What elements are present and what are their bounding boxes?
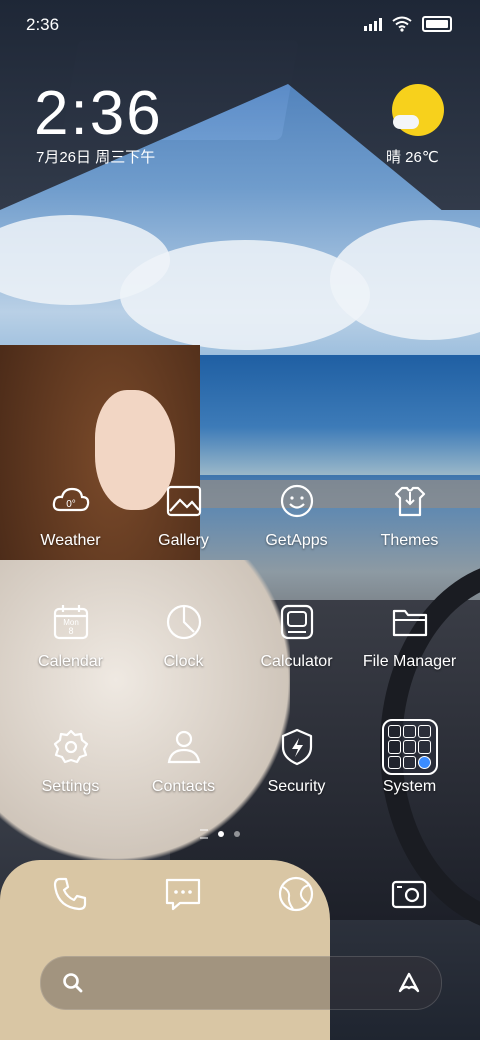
app-getapps[interactable]: GetApps: [240, 480, 353, 550]
app-label: Calendar: [38, 653, 103, 670]
app-calculator[interactable]: Calculator: [240, 601, 353, 671]
app-file-manager[interactable]: File Manager: [353, 601, 466, 671]
app-label: GetApps: [265, 532, 328, 549]
assistant-icon[interactable]: [397, 971, 421, 995]
gear-icon: [53, 729, 88, 764]
dock: [14, 873, 466, 915]
page-dot-active: [218, 831, 224, 837]
weather-cloud-shape: [393, 115, 419, 129]
page-indicator-lines: [200, 829, 208, 839]
page-dot: [234, 831, 240, 837]
app-label: Clock: [163, 653, 204, 670]
app-label: File Manager: [362, 653, 457, 670]
app-label: Gallery: [158, 532, 209, 549]
app-label: Weather: [40, 532, 101, 549]
status-icons: [364, 16, 452, 32]
contacts-icon: [167, 730, 200, 764]
weather-cloud-icon: 0°: [52, 487, 89, 512]
search-icon[interactable]: [61, 971, 85, 995]
app-weather[interactable]: 0° Weather: [14, 480, 127, 550]
wifi-icon: [392, 16, 412, 32]
app-label: Settings: [41, 778, 100, 795]
app-contacts[interactable]: Contacts: [127, 726, 240, 796]
dock-phone[interactable]: [49, 873, 91, 915]
app-label: Security: [267, 778, 326, 795]
phone-icon: [53, 877, 87, 911]
dock-camera[interactable]: [388, 873, 430, 915]
dock-messages[interactable]: [162, 873, 204, 915]
app-security[interactable]: Security: [240, 726, 353, 796]
system-folder-icon: [381, 719, 438, 775]
status-bar: 2:36: [0, 0, 480, 50]
camera-icon: [391, 880, 427, 909]
app-label: System: [382, 778, 437, 795]
app-system-folder[interactable]: System: [353, 719, 466, 796]
app-calendar[interactable]: Mon 8 Calendar: [14, 601, 127, 671]
themes-icon: [394, 486, 425, 517]
app-label: Calculator: [260, 653, 333, 670]
status-time: 2:36: [26, 15, 60, 34]
weather-icon-badge: 0°: [66, 499, 76, 510]
clock-widget-date[interactable]: 7月26日 周三下午: [36, 146, 155, 167]
shield-icon: [281, 728, 312, 766]
app-label: Contacts: [151, 778, 216, 795]
message-icon: [165, 878, 201, 911]
folder-icon: [392, 609, 427, 637]
app-gallery[interactable]: Gallery: [127, 480, 240, 550]
app-label: Themes: [380, 532, 439, 549]
weather-widget-text[interactable]: 晴 26℃: [386, 146, 439, 167]
calculator-icon: [280, 604, 313, 640]
page-indicator[interactable]: [200, 829, 240, 839]
home-search-bar[interactable]: [40, 956, 442, 1010]
calendar-icon-day: 8: [68, 626, 73, 636]
clock-widget-time[interactable]: 2:36: [34, 78, 163, 149]
calendar-icon: Mon 8: [53, 605, 88, 640]
clock-icon: [166, 604, 201, 640]
getapps-icon: [280, 484, 313, 518]
dock-browser[interactable]: [275, 873, 317, 915]
app-clock[interactable]: Clock: [127, 601, 240, 671]
app-settings[interactable]: Settings: [14, 726, 127, 796]
app-themes[interactable]: Themes: [353, 480, 466, 550]
battery-icon: [422, 16, 452, 32]
signal-icon: [364, 17, 382, 31]
gallery-icon: [166, 485, 201, 517]
globe-icon: [278, 876, 314, 912]
